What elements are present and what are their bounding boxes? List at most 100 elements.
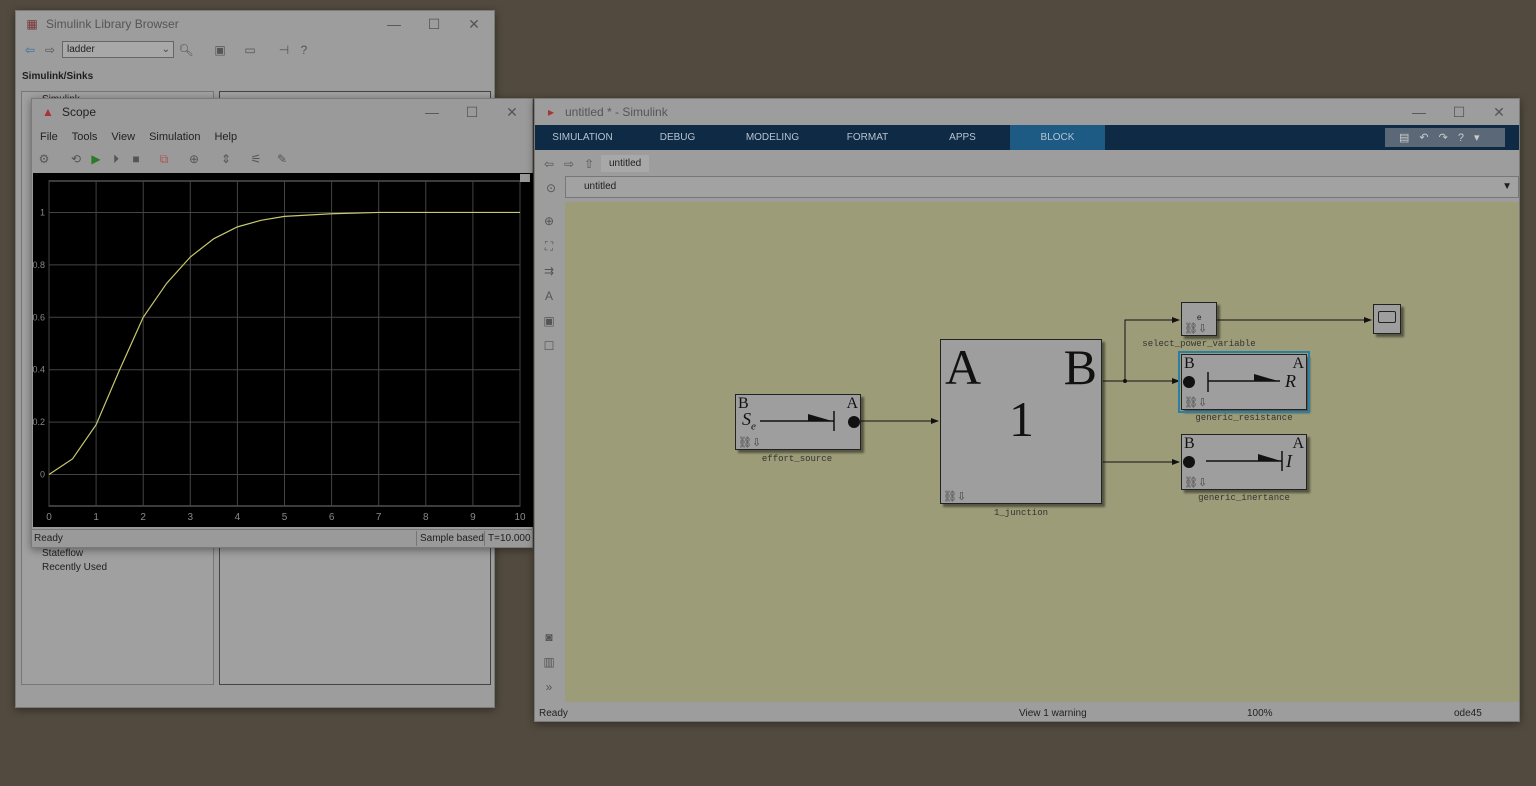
tab-format[interactable]: FORMAT [820,125,915,150]
maximize-button[interactable]: ☐ [1439,104,1479,121]
status-ready: Ready [539,708,568,719]
area-icon[interactable]: ☐ [541,338,557,354]
run-icon[interactable]: ▶ [88,151,104,167]
x-tick-label: 8 [423,512,429,523]
breadcrumb-tab[interactable]: untitled [601,155,650,172]
arrows-icon[interactable]: ⇉ [541,263,557,279]
zoom-in-icon[interactable]: ⊕ [186,151,202,167]
annotation-icon[interactable]: A [541,288,557,304]
sample-mode: Sample based [416,531,487,546]
plot-background [33,173,533,527]
minimize-button[interactable]: — [412,104,452,121]
tab-debug[interactable]: DEBUG [630,125,725,150]
tree-item-stateflow[interactable]: Stateflow [42,548,83,559]
search-input[interactable]: ladder ⌄ [62,41,174,58]
close-button[interactable]: ✕ [1479,104,1519,121]
block-label-select-power-variable: select_power_variable [1142,339,1256,349]
status-warning-link[interactable]: View 1 warning [1019,708,1087,719]
block-label-1-junction: 1_junction [993,508,1049,518]
block-1-junction[interactable]: A B 1 ⛓⇩ [940,339,1102,504]
zoom-icon[interactable]: ⊕ [541,213,557,229]
library-link-icon: ⛓⇩ [1184,323,1208,335]
help-icon[interactable]: ? [1458,132,1464,144]
simulink-titlebar: ▸ untitled * - Simulink — ☐ ✕ [535,99,1519,125]
tab-apps[interactable]: APPS [915,125,1010,150]
back-icon[interactable]: ⇦ [22,42,38,58]
menu-simulation[interactable]: Simulation [149,131,200,143]
y-tick-label: 0.2 [33,417,45,427]
maximize-button[interactable]: ☐ [414,16,454,33]
help-icon[interactable]: ? [296,42,312,58]
x-tick-label: 2 [140,512,146,523]
step-back-icon[interactable]: ⟲ [68,151,84,167]
open-icon[interactable]: ▭ [242,42,258,58]
tree-item-recently-used[interactable]: Recently Used [42,562,107,573]
scope-screen-icon [1378,311,1396,323]
forward-icon[interactable]: ⇨ [561,156,577,172]
hide-browser-icon[interactable]: ⊙ [543,180,559,196]
pin-icon[interactable]: ⊣ [276,42,292,58]
block-label-generic-inertance: generic_inertance [1198,493,1290,503]
stop-icon[interactable]: ■ [128,151,144,167]
block-select-power-variable[interactable]: e ⛓⇩ [1181,302,1217,336]
minimize-button[interactable]: — [1399,104,1439,121]
block-effort-source[interactable]: B Se A ⛓⇩ [735,394,861,450]
menu-help[interactable]: Help [214,131,237,143]
window-title: Scope [62,105,97,119]
settings-icon[interactable]: ⚙ [36,151,52,167]
save-icon[interactable]: ▤ [1399,131,1409,144]
x-tick-label: 7 [376,512,382,523]
chevron-down-icon[interactable]: ⌄ [162,42,170,57]
library-link-icon: ⛓⇩ [738,437,762,449]
close-button[interactable]: ✕ [492,104,532,121]
menu-tools[interactable]: Tools [72,131,98,143]
new-model-icon[interactable]: ▣ [212,42,228,58]
scope-titlebar: ▲ Scope — ☐ ✕ [32,99,532,125]
chevron-down-icon[interactable]: ▾ [1474,131,1480,144]
port-label-b: B [1063,339,1097,395]
scope-plot[interactable]: 0 1 2 3 4 5 6 7 8 9 10 0 0.2 0.4 0.6 0.8 1 [33,173,533,527]
image-icon[interactable]: ▣ [541,313,557,329]
x-tick-label: 3 [188,512,194,523]
edit-icon[interactable]: ✎ [274,151,290,167]
model-canvas[interactable]: B Se A ⛓⇩ effort_source A B 1 ⛓⇩ 1_junct… [565,202,1519,702]
forward-icon[interactable]: ⇨ [42,42,58,58]
fit-view-icon[interactable]: ⛶ [541,238,557,254]
junction-glyph: 1 [1009,391,1034,447]
undo-icon[interactable]: ↶ [1419,131,1428,144]
menu-view[interactable]: View [111,131,135,143]
block-generic-inertance[interactable]: B A I ⛓⇩ [1181,434,1307,490]
status-solver[interactable]: ode45 [1454,708,1482,719]
find-icon[interactable]: 🔍︎ [178,42,194,58]
tab-modeling[interactable]: MODELING [725,125,820,150]
triggers-icon[interactable]: ⚟ [248,151,264,167]
chevron-down-icon[interactable]: ▼ [1502,177,1512,197]
search-value: ladder [67,44,95,55]
property-inspector-icon[interactable]: ▥ [541,654,557,670]
up-icon[interactable]: ⇧ [581,156,597,172]
block-scope[interactable] [1373,304,1401,334]
highlight-icon[interactable]: ⧉ [156,151,172,167]
screenshot-icon[interactable]: ◙ [541,629,557,645]
block-label-effort-source: effort_source [761,454,833,464]
minimize-button[interactable]: — [374,16,414,33]
back-icon[interactable]: ⇦ [541,156,557,172]
redo-icon[interactable]: ↷ [1439,131,1448,144]
restore-axes-icon [520,174,530,182]
expand-icon[interactable]: » [541,679,557,695]
tab-block[interactable]: BLOCK [1010,125,1105,150]
step-forward-icon[interactable]: ⏵ [108,151,124,167]
maximize-button[interactable]: ☐ [452,104,492,121]
block-generic-resistance[interactable]: B A R ⛓⇩ [1178,351,1310,413]
x-tick-label: 1 [93,512,99,523]
x-tick-label: 10 [514,512,526,523]
window-title: Simulink Library Browser [46,17,179,31]
address-bar[interactable]: untitled ▼ [565,176,1519,198]
library-link-icon: ⛓⇩ [943,491,967,503]
x-tick-label: 0 [46,512,52,523]
y-tick-label: 0.4 [33,365,45,375]
close-button[interactable]: ✕ [454,16,494,33]
tab-simulation[interactable]: SIMULATION [535,125,630,150]
menu-file[interactable]: File [40,131,58,143]
scale-axes-icon[interactable]: ⇕ [218,151,234,167]
